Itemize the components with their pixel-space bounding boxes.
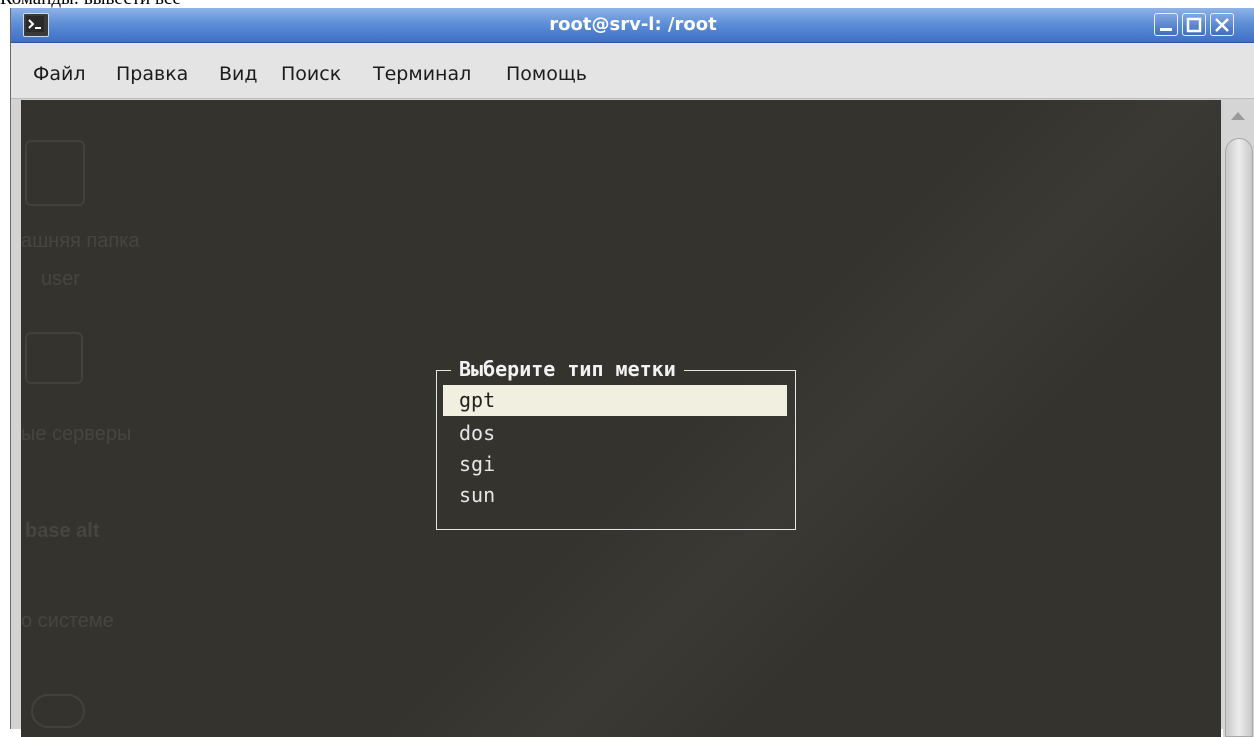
menu-view[interactable]: Вид: [219, 43, 258, 105]
menu-edit[interactable]: Правка: [116, 43, 188, 105]
option-sun[interactable]: sun: [443, 480, 787, 511]
menu-file[interactable]: Файл: [33, 43, 86, 105]
desktop-ghost-label: ые серверы: [21, 423, 132, 445]
option-gpt[interactable]: gpt: [443, 385, 787, 416]
close-button[interactable]: [1210, 13, 1234, 36]
maximize-button[interactable]: [1182, 13, 1206, 36]
minimize-button[interactable]: [1154, 13, 1178, 36]
close-icon: [1215, 18, 1229, 32]
home-folder-icon: [25, 140, 85, 206]
minimize-icon: [1160, 28, 1172, 31]
menu-terminal[interactable]: Терминал: [373, 43, 471, 105]
menu-help[interactable]: Помощь: [506, 43, 587, 105]
vertical-scrollbar[interactable]: [1223, 100, 1254, 737]
desktop-ghost-label: о системе: [21, 610, 114, 632]
desktop-ghost-label: ашняя папка: [21, 230, 140, 252]
scroll-up-arrow-icon[interactable]: [1231, 112, 1245, 120]
maximize-icon: [1186, 17, 1202, 33]
title-bar[interactable]: root@srv-l: /root: [11, 8, 1254, 43]
network-servers-icon: [25, 332, 83, 384]
dialog-title: Выберите тип метки: [451, 356, 684, 382]
menu-search[interactable]: Поиск: [281, 43, 341, 105]
disk-icon: [31, 694, 85, 728]
window-title: root@srv-l: /root: [549, 14, 717, 35]
desktop-ghost-label: user: [41, 268, 80, 290]
menu-bar: Файл Правка Вид Поиск Терминал Помощь: [11, 43, 1254, 99]
terminal-area[interactable]: ашняя папка user ые серверы base alt о с…: [21, 100, 1221, 737]
label-type-dialog: Выберите тип метки gpt dos sgi sun: [436, 356, 796, 530]
desktop-ghost-label: base alt: [25, 520, 100, 542]
scroll-thumb[interactable]: [1225, 138, 1253, 737]
option-dos[interactable]: dos: [443, 418, 787, 449]
option-sgi[interactable]: sgi: [443, 449, 787, 480]
terminal-window: root@srv-l: /root Файл Правка Вид Поиск …: [10, 8, 1254, 737]
